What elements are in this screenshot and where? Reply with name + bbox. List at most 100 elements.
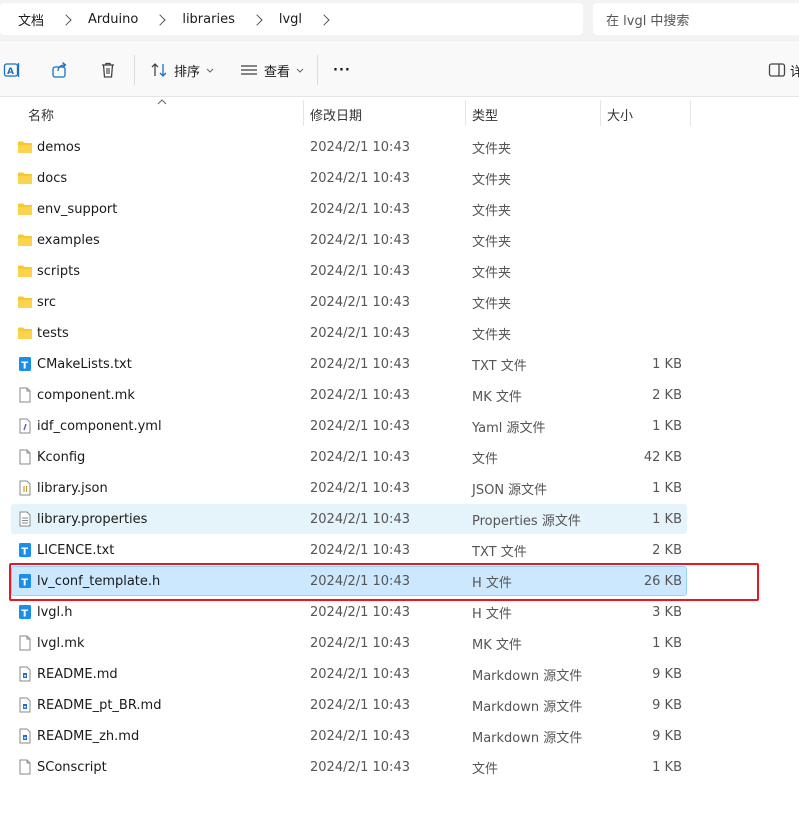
breadcrumb-item-arduino[interactable]: Arduino [88,12,138,27]
file-row[interactable]: examples 2024/2/1 10:43 文件夹 [11,225,687,255]
view-button[interactable]: 查看 [240,57,304,83]
sort-label: 排序 [174,64,201,80]
sort-button[interactable]: 排序 [150,57,214,83]
column-size-label: 大小 [607,108,634,124]
file-name: idf_component.yml [37,418,162,434]
file-type: H 文件 [472,575,512,591]
blank-file-icon [17,449,33,465]
svg-text:T: T [21,609,28,620]
chevron-right-icon[interactable] [318,13,330,26]
file-row[interactable]: component.mk 2024/2/1 10:43 MK 文件 2 KB [11,380,687,410]
share-button[interactable] [51,57,69,83]
file-row[interactable]: README_pt_BR.md 2024/2/1 10:43 Markdown 源文… [11,690,687,720]
file-row[interactable]: library.properties 2024/2/1 10:43 Properti… [11,504,687,534]
file-row[interactable]: T CMakeLists.txt 2024/2/1 10:43 TXT 文件 1 KB [11,349,687,379]
file-row[interactable]: T LICENCE.txt 2024/2/1 10:43 TXT 文件 2 KB [11,535,687,565]
file-modified-date: 2024/2/1 10:43 [310,759,410,775]
file-name-cell: env_support [17,195,117,223]
file-modified-date: 2024/2/1 10:43 [310,294,410,310]
file-row[interactable]: scripts 2024/2/1 10:43 文件夹 [11,256,687,286]
file-name: library.json [37,480,108,496]
column-divider[interactable] [600,100,601,126]
file-type: Markdown 源文件 [472,668,583,684]
details-pane-icon [768,61,786,79]
chevron-right-icon[interactable] [60,13,72,26]
file-size: 9 KB [652,666,682,682]
file-type: TXT 文件 [472,358,527,374]
details-pane-button[interactable]: 详 [768,57,799,83]
file-size: 9 KB [652,697,682,713]
column-header-type[interactable]: 类型 [472,98,498,130]
chevron-right-icon[interactable] [251,13,263,26]
file-modified-date: 2024/2/1 10:43 [310,201,410,217]
file-name: README.md [37,666,118,682]
column-header-name[interactable]: 名称 [28,98,54,130]
file-name: demos [37,139,81,155]
file-name-cell: Tlvgl.h [17,598,73,626]
breadcrumb-item-lvgl[interactable]: lvgl [279,12,302,27]
file-name-cell: tests [17,319,69,347]
file-name-cell: docs [17,164,67,192]
column-header-size[interactable]: 大小 [607,98,633,130]
column-header-modified[interactable]: 修改日期 [310,98,362,130]
file-modified-date: 2024/2/1 10:43 [310,170,410,186]
file-row[interactable]: idf_component.yml 2024/2/1 10:43 Yaml 源文件 1… [11,411,687,441]
file-name-cell: component.mk [17,381,135,409]
file-row[interactable]: SConscript 2024/2/1 10:43 文件 1 KB [11,752,687,782]
file-row[interactable]: env_support 2024/2/1 10:43 文件夹 [11,194,687,224]
folder-icon [17,263,33,279]
file-row[interactable]: docs 2024/2/1 10:43 文件夹 [11,163,687,193]
yaml-file-icon [17,418,33,434]
column-divider[interactable] [303,100,304,126]
text-file-icon [17,511,33,527]
view-label: 查看 [264,64,291,80]
file-row[interactable]: tests 2024/2/1 10:43 文件夹 [11,318,687,348]
file-type: 文件夹 [472,265,512,281]
file-row[interactable]: demos 2024/2/1 10:43 文件夹 [11,132,687,162]
folder-icon [17,294,33,310]
share-icon [51,61,69,79]
blank-file-icon [17,635,33,651]
delete-button[interactable] [99,57,117,83]
breadcrumb[interactable]: 文档 Arduino libraries lvgl [0,3,583,35]
more-icon: ··· [333,62,351,78]
file-row[interactable]: README_zh.md 2024/2/1 10:43 Markdown 源文件 9 … [11,721,687,751]
typora-file-icon: T [17,573,33,589]
file-type: Properties 源文件 [472,513,581,529]
file-name-cell: idf_component.yml [17,412,162,440]
more-options-button[interactable]: ··· [333,57,351,83]
chevron-right-icon[interactable] [154,13,166,26]
file-modified-date: 2024/2/1 10:43 [310,387,410,403]
file-name: LICENCE.txt [37,542,115,558]
file-modified-date: 2024/2/1 10:43 [310,480,410,496]
file-name-cell: demos [17,133,81,161]
file-name: component.mk [37,387,135,403]
breadcrumb-item-libraries[interactable]: libraries [182,12,235,27]
file-row[interactable]: Tlvgl.h 2024/2/1 10:43 H 文件 3 KB [11,597,687,627]
file-modified-date: 2024/2/1 10:43 [310,573,410,589]
file-row[interactable]: README.md 2024/2/1 10:43 Markdown 源文件 9 KB [11,659,687,689]
file-name: SConscript [37,759,107,775]
file-modified-date: 2024/2/1 10:43 [310,263,410,279]
file-row[interactable]: src 2024/2/1 10:43 文件夹 [11,287,687,317]
file-row[interactable]: library.json 2024/2/1 10:43 JSON 源文件 1 KB [11,473,687,503]
breadcrumb-item-documents[interactable]: 文档 [18,10,44,29]
file-name-cell: src [17,288,56,316]
file-modified-date: 2024/2/1 10:43 [310,728,410,744]
search-input[interactable]: 在 lvgl 中搜索 [593,3,799,35]
column-divider[interactable] [465,100,466,126]
file-row[interactable]: lvgl.mk 2024/2/1 10:43 MK 文件 1 KB [11,628,687,658]
toolbar-divider [134,55,135,85]
rename-icon: A [3,61,21,79]
file-row[interactable]: Tlv_conf_template.h 2024/2/1 10:43 H 文件 26 … [11,566,687,596]
rename-button[interactable]: A [3,57,21,83]
column-divider[interactable] [690,100,691,126]
file-name: tests [37,325,69,341]
file-name: scripts [37,263,80,279]
typora-file-icon: T [17,542,33,558]
file-type: 文件 [472,451,499,467]
file-size: 1 KB [652,418,682,434]
typora-file-icon: T [17,604,33,620]
chevron-down-icon [296,63,304,78]
file-row[interactable]: Kconfig 2024/2/1 10:43 文件 42 KB [11,442,687,472]
